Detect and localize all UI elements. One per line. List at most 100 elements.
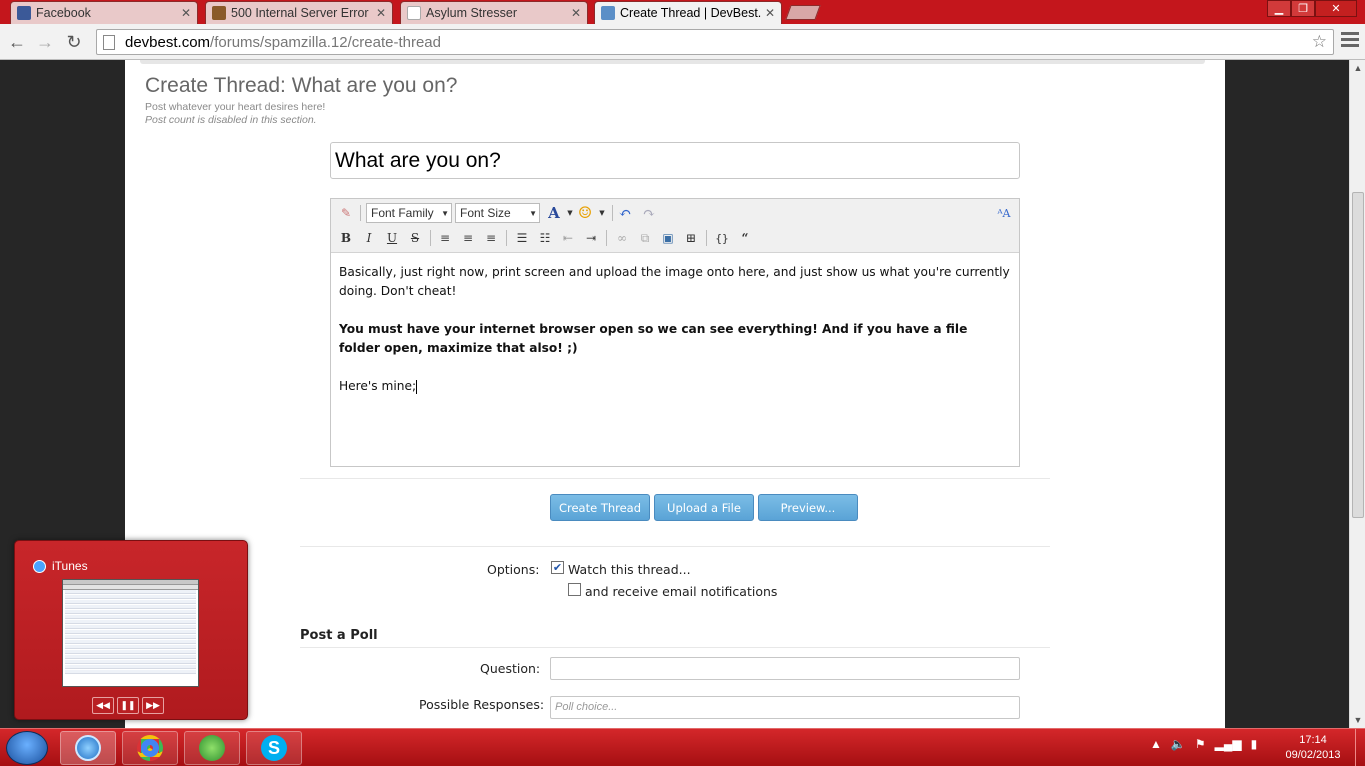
itunes-window-thumbnail[interactable]	[62, 579, 199, 687]
thumbnail-row	[65, 670, 196, 674]
code-icon[interactable]: {}	[713, 229, 731, 247]
upload-file-button[interactable]: Upload a File	[654, 494, 754, 521]
email-notifications-checkbox[interactable]	[568, 583, 581, 596]
preview-button[interactable]: Preview...	[758, 494, 858, 521]
show-hidden-icons-icon[interactable]: ▲	[1150, 737, 1162, 751]
windows-start-icon[interactable]	[6, 731, 48, 765]
font-family-select[interactable]: Font Family ▼	[366, 203, 452, 223]
scroll-up-icon[interactable]: ▲	[1350, 60, 1365, 76]
form-divider	[300, 546, 1050, 547]
close-tab-icon[interactable]: ✕	[571, 6, 581, 20]
thumbnail-row	[65, 655, 196, 659]
watch-thread-checkbox[interactable]: ✔	[551, 561, 564, 574]
tab-500-error[interactable]: 500 Internal Server Error ✕	[205, 1, 393, 24]
thumbnail-row	[65, 595, 196, 599]
numbered-list-icon[interactable]: ☷	[536, 229, 554, 247]
unlink-icon[interactable]: ⧉	[636, 229, 654, 247]
bold-icon[interactable]: B	[337, 229, 355, 247]
tab-label: 500 Internal Server Error	[231, 6, 369, 20]
bulleted-list-icon[interactable]: ☰	[513, 229, 531, 247]
back-arrow-icon[interactable]: ←	[6, 31, 28, 53]
close-tab-icon[interactable]: ✕	[181, 6, 191, 20]
create-thread-button[interactable]: Create Thread	[550, 494, 650, 521]
itunes-preview-title: iTunes	[33, 559, 88, 573]
pause-icon[interactable]: ❚❚	[117, 697, 139, 714]
clock-time: 17:14	[1299, 734, 1327, 746]
toggle-bbcode-icon[interactable]: ᴬA	[995, 204, 1013, 222]
power-icon[interactable]: ▮	[1251, 737, 1258, 751]
windows-taskbar: S ▲ 🔈 ⚑ ▂▄▆ ▮ 17:14 09/02/2013	[0, 728, 1365, 766]
align-left-icon[interactable]: ≡	[436, 229, 454, 247]
chrome-menu-icon[interactable]	[1341, 32, 1359, 47]
outdent-icon[interactable]: ⇤	[559, 229, 577, 247]
text-cursor	[416, 379, 418, 394]
show-desktop-button[interactable]	[1355, 729, 1365, 766]
scroll-thumb[interactable]	[1352, 192, 1364, 518]
strikethrough-icon[interactable]: S	[406, 229, 424, 247]
undo-icon[interactable]: ↶	[616, 204, 634, 222]
thumbnail-row	[65, 630, 196, 634]
minimize-icon[interactable]: ▁	[1267, 0, 1291, 17]
poll-question-input[interactable]	[550, 657, 1020, 680]
thumbnail-row	[65, 600, 196, 604]
taskbar-messenger[interactable]	[184, 731, 240, 765]
taskbar-skype[interactable]: S	[246, 731, 302, 765]
taskbar-itunes[interactable]	[60, 731, 116, 765]
chevron-down-icon: ▼	[441, 209, 449, 218]
page-scrollbar[interactable]: ▲ ▼	[1349, 60, 1365, 728]
itunes-preview-label: iTunes	[52, 559, 88, 573]
volume-icon[interactable]: 🔈	[1171, 737, 1186, 751]
tab-create-thread[interactable]: Create Thread | DevBest.co ✕	[594, 1, 782, 24]
thumbnail-row	[65, 645, 196, 649]
tab-asylum-stresser[interactable]: Asylum Stresser ✕	[400, 1, 588, 24]
font-size-select[interactable]: Font Size ▼	[455, 203, 540, 223]
close-tab-icon[interactable]: ✕	[376, 6, 386, 20]
itunes-taskbar-preview[interactable]: iTunes ◀◀ ❚❚ ▶▶	[14, 540, 248, 720]
network-signal-icon[interactable]: ▂▄▆	[1215, 737, 1242, 751]
reload-icon[interactable]: ↻	[63, 31, 85, 53]
underline-icon[interactable]: U	[383, 229, 401, 247]
poll-responses-label: Possible Responses:	[419, 697, 545, 712]
thumbnail-row	[65, 650, 196, 654]
editor-content[interactable]: Basically, just right now, print screen …	[331, 253, 1019, 406]
header-divider	[140, 60, 1205, 64]
next-track-icon[interactable]: ▶▶	[142, 697, 164, 714]
quote-icon[interactable]: “	[736, 229, 754, 247]
thumbnail-row	[65, 625, 196, 629]
thumbnail-row	[65, 640, 196, 644]
tab-facebook[interactable]: Facebook ✕	[10, 1, 198, 24]
forward-arrow-icon[interactable]: →	[34, 31, 56, 53]
scroll-down-icon[interactable]: ▼	[1350, 712, 1365, 728]
close-window-icon[interactable]: ✕	[1315, 0, 1357, 17]
thumbnail-row	[65, 610, 196, 614]
media-icon[interactable]: ⊞	[682, 229, 700, 247]
indent-icon[interactable]: ⇥	[582, 229, 600, 247]
font-size-label: Font Size	[460, 206, 511, 220]
address-bar[interactable]: devbest.com/forums/spamzilla.12/create-t…	[96, 29, 1334, 55]
action-center-flag-icon[interactable]: ⚑	[1195, 737, 1206, 751]
previous-track-icon[interactable]: ◀◀	[92, 697, 114, 714]
tab-label: Facebook	[36, 6, 91, 20]
redo-icon[interactable]: ↷	[640, 204, 658, 222]
remove-format-icon[interactable]: ✎	[337, 204, 355, 222]
bookmark-star-icon[interactable]: ☆	[1312, 32, 1327, 52]
facebook-icon	[17, 6, 31, 20]
image-icon[interactable]: ▣	[659, 229, 677, 247]
new-tab-button[interactable]	[785, 5, 821, 20]
restore-icon[interactable]: ❐	[1291, 0, 1315, 17]
editor-paragraph-1: Basically, just right now, print screen …	[339, 265, 1010, 298]
chevron-down-icon[interactable]: ▼	[593, 204, 611, 222]
close-tab-icon[interactable]: ✕	[765, 6, 775, 20]
align-right-icon[interactable]: ≡	[482, 229, 500, 247]
system-clock[interactable]: 17:14 09/02/2013	[1280, 733, 1346, 763]
thread-title-input[interactable]: What are you on?	[330, 142, 1020, 179]
smilie-icon[interactable]: ☺	[576, 203, 594, 222]
tab-label: Create Thread | DevBest.co	[620, 6, 761, 20]
taskbar-chrome[interactable]	[122, 731, 178, 765]
link-icon[interactable]: ∞	[613, 229, 631, 247]
align-center-icon[interactable]: ≡	[459, 229, 477, 247]
watch-thread-label: Watch this thread...	[568, 562, 691, 577]
poll-choice-input[interactable]: Poll choice...	[550, 696, 1020, 719]
italic-icon[interactable]: I	[360, 229, 378, 247]
thumbnail-row	[65, 665, 196, 669]
